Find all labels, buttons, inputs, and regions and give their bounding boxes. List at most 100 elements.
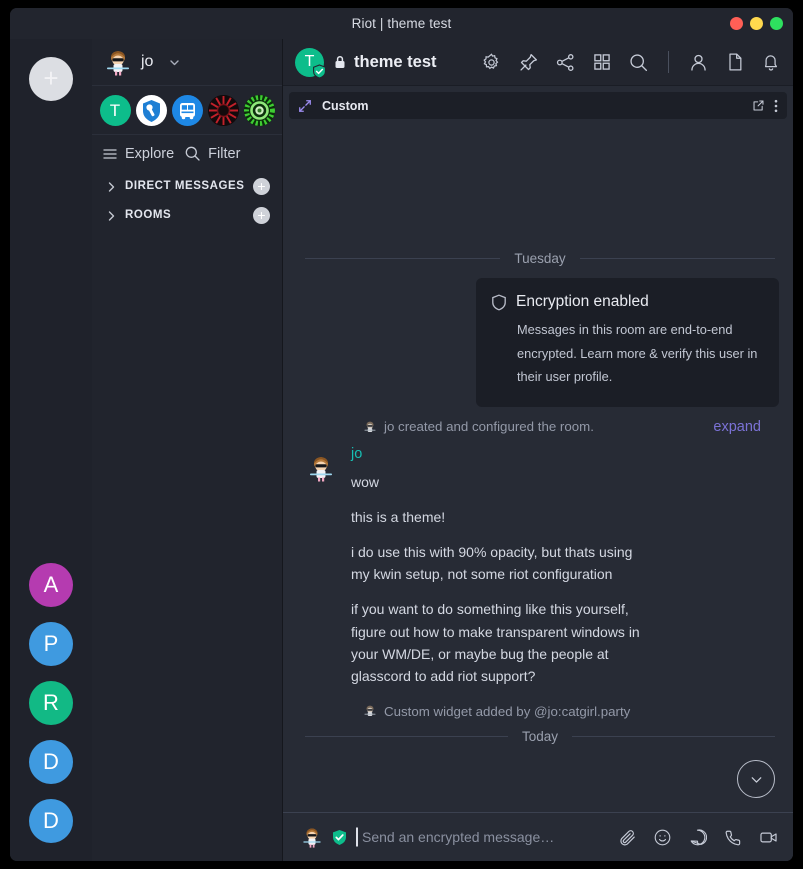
message-input[interactable]: Send an encrypted message…	[356, 827, 600, 847]
event-avatar	[363, 420, 377, 434]
chevron-right-icon	[106, 181, 117, 193]
popout-icon[interactable]	[752, 99, 765, 112]
share-icon[interactable]	[555, 52, 576, 73]
message-composer: Send an encrypted message…	[283, 812, 793, 861]
rail-avatar-letter: A	[43, 572, 59, 597]
encryption-notice-title: Encryption enabled	[516, 293, 649, 310]
notifications-bell-icon[interactable]	[761, 52, 781, 72]
message-sender-name[interactable]: jo	[351, 446, 779, 462]
rail-avatar-letter: D	[43, 808, 59, 833]
header-divider	[668, 51, 669, 73]
add-direct-message-button[interactable]: +	[253, 178, 270, 195]
files-icon[interactable]	[725, 52, 745, 72]
encryption-notice-header: Encryption enabled	[491, 293, 762, 311]
apps-grid-icon[interactable]	[592, 52, 612, 72]
date-separator-label: Today	[521, 728, 559, 744]
event-avatar	[363, 704, 377, 718]
separator-line	[572, 735, 775, 737]
message-timeline: Tuesday Encryption enabled Messages in t…	[283, 237, 793, 812]
group-avatar-letter: T	[109, 100, 121, 120]
pin-icon[interactable]	[518, 52, 539, 73]
room-event-created: jo created and configured the room. expa…	[363, 419, 779, 435]
window-controls	[730, 8, 783, 39]
group-avatar-transit[interactable]	[171, 95, 203, 126]
app-body: + A P R D D jo T Explore Filter DIRECT M…	[10, 39, 793, 861]
group-avatar-wrench[interactable]	[135, 95, 167, 126]
separator-line	[305, 735, 508, 737]
overflow-menu-icon[interactable]	[774, 99, 778, 113]
message-content: jo wow this is a theme! i do use this wi…	[351, 446, 779, 700]
shield-wrench-icon	[142, 100, 160, 122]
explore-filter-bar: Explore Filter	[92, 135, 282, 172]
scroll-to-bottom-button[interactable]	[737, 760, 775, 798]
room-title: theme test	[354, 52, 437, 71]
create-group-button[interactable]: +	[29, 57, 73, 101]
room-header-actions	[481, 51, 781, 73]
section-title: ROOMS	[125, 209, 172, 222]
widget-content-area[interactable]	[283, 119, 793, 237]
rail-avatar[interactable]: D	[29, 740, 73, 784]
group-avatar-gear[interactable]	[243, 95, 275, 126]
room-avatar[interactable]: T	[295, 47, 327, 79]
people-icon[interactable]	[688, 52, 709, 73]
username-label: jo	[141, 53, 154, 70]
verified-shield-icon	[312, 63, 327, 79]
sticker-icon[interactable]	[688, 828, 707, 847]
window-title: Riot | theme test	[351, 16, 452, 31]
date-separator-tuesday: Tuesday	[305, 251, 775, 266]
message-text: this is a theme!	[351, 509, 446, 526]
rail-avatar[interactable]: R	[29, 681, 73, 725]
left-panel: jo T Explore Filter DIRECT MESSAGES + RO…	[92, 39, 283, 861]
user-menu-button[interactable]: jo	[92, 39, 282, 86]
app-window: Riot | theme test + A P R D D jo T Explo…	[10, 8, 793, 861]
widget-name-label: Custom	[322, 98, 369, 113]
explore-label: Explore	[125, 145, 175, 162]
filter-rooms-button[interactable]: Filter	[184, 145, 240, 162]
room-event-widget-added: Custom widget added by @jo:catgirl.party	[363, 704, 779, 719]
message-text: i do use this with 90% opacity, but that…	[351, 544, 633, 583]
separator-line	[305, 258, 501, 259]
emoji-smiley-icon[interactable]	[653, 828, 672, 847]
minimize-window-button[interactable]	[750, 17, 763, 30]
close-window-button[interactable]	[730, 17, 743, 30]
sidebar-section-rooms[interactable]: ROOMS +	[92, 201, 282, 230]
encrypted-shield-icon	[331, 829, 348, 846]
user-avatar	[104, 48, 132, 76]
expand-link[interactable]: expand	[713, 419, 761, 435]
rail-avatar-letter: D	[43, 749, 59, 774]
composer-user-avatar	[301, 826, 323, 848]
video-call-icon[interactable]	[758, 828, 779, 847]
rail-avatar[interactable]: D	[29, 799, 73, 843]
attachment-paperclip-icon[interactable]	[618, 828, 637, 847]
message-text: if you want to do something like this yo…	[351, 601, 640, 684]
voice-call-icon[interactable]	[723, 828, 742, 847]
section-title: DIRECT MESSAGES	[125, 180, 245, 193]
rail-avatar-letter: P	[43, 631, 59, 656]
expand-arrows-icon[interactable]	[298, 99, 312, 113]
sidebar-section-direct-messages[interactable]: DIRECT MESSAGES +	[92, 172, 282, 201]
group-avatar-row: T	[92, 86, 282, 135]
rail-avatar-letter: R	[43, 690, 59, 715]
date-separator-label: Tuesday	[514, 251, 566, 266]
green-radial-gear-icon	[243, 95, 275, 126]
rail-avatar[interactable]: A	[29, 563, 73, 607]
search-icon[interactable]	[628, 52, 649, 73]
group-avatar-t[interactable]: T	[99, 95, 131, 126]
hamburger-icon	[102, 146, 118, 162]
gear-icon[interactable]	[481, 52, 502, 73]
rail-avatar[interactable]: P	[29, 622, 73, 666]
message-input-placeholder: Send an encrypted message…	[362, 829, 555, 845]
group-avatar-burst[interactable]	[207, 95, 239, 126]
text-caret	[356, 827, 358, 847]
add-room-button[interactable]: +	[253, 207, 270, 224]
group-rail: + A P R D D	[10, 39, 92, 861]
encryption-notice-card: Encryption enabled Messages in this room…	[476, 278, 779, 408]
message-text: wow	[351, 474, 380, 491]
rail-avatar-list: A P R D D	[29, 563, 73, 861]
widget-actions	[752, 99, 778, 113]
filter-label: Filter	[208, 145, 241, 162]
message-sender-avatar[interactable]	[307, 454, 335, 482]
explore-rooms-button[interactable]: Explore	[102, 146, 174, 162]
maximize-window-button[interactable]	[770, 17, 783, 30]
chevron-right-icon	[106, 210, 117, 222]
